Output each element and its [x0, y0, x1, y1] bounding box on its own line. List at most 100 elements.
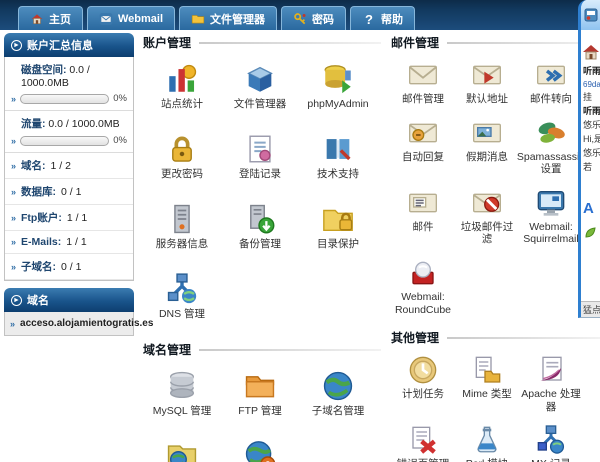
perl-modules-icon: [471, 424, 503, 456]
cron-jobs-icon: [407, 354, 439, 386]
app-label: MySQL 管理: [153, 405, 212, 418]
house-icon: [581, 30, 600, 65]
login-log-icon: [243, 132, 277, 166]
app-backup-manager[interactable]: 备份管理: [221, 193, 299, 263]
server-info-icon: [165, 202, 199, 236]
stat-label: Ftp账户:: [21, 210, 62, 225]
app-webmail-roundcube[interactable]: Webmail: RoundCube: [391, 251, 455, 321]
change-password-icon: [165, 132, 199, 166]
app-dns-manager[interactable]: DNS 管理: [143, 263, 221, 333]
stat-emails: »E-Mails:1 / 1: [5, 231, 133, 254]
app-label: 站点统计: [161, 98, 203, 111]
app-label: 垃圾邮件过滤: [456, 221, 518, 246]
app-server-info[interactable]: 服务器信息: [143, 193, 221, 263]
app-tech-support[interactable]: 技术支持: [299, 123, 377, 193]
app-label: FTP 管理: [238, 405, 282, 418]
chevron-circle-icon: ►: [11, 295, 22, 306]
app-domain-manager[interactable]: 域名管理: [221, 430, 299, 462]
app-mx-records[interactable]: MX 记录: [519, 418, 583, 462]
account-summary-header[interactable]: ► 账户汇总信息: [4, 33, 134, 57]
app-site-stats[interactable]: 站点统计: [143, 53, 221, 123]
app-label: 子域名管理: [312, 405, 365, 418]
tab-home[interactable]: 主页: [18, 6, 83, 30]
help-icon: ?: [362, 12, 376, 26]
stat-value: 0 / 1: [61, 261, 81, 273]
app-label: 文件管理器: [234, 98, 287, 111]
app-label: Mime 类型: [462, 388, 512, 401]
ad-text-fragment: 听雨: [581, 65, 600, 79]
stat-ftp-accounts: »Ftp账户:1 / 1: [5, 205, 133, 231]
meter-text: 磁盘空间: 0.0 / 1000.0MB: [11, 62, 127, 89]
section-header: 其他管理: [391, 329, 600, 346]
subdomain-manager-icon: [321, 369, 355, 403]
ad-text-fragment: 若: [581, 161, 600, 175]
app-change-password[interactable]: 更改密码: [143, 123, 221, 193]
app-perl-modules[interactable]: Perl 模块: [455, 418, 519, 462]
ad-text-fragment: 听雨: [581, 105, 600, 119]
side-ad-panel[interactable]: 听雨69da挂听雨悠乐Hi,是悠乐若A 猛点: [578, 0, 600, 318]
tab-password[interactable]: 密码: [281, 6, 346, 30]
app-default-address[interactable]: 默认地址: [455, 53, 519, 111]
app-spamassassin[interactable]: Spamassassin 设置: [519, 111, 583, 181]
app-directory-protect[interactable]: 目录保护: [299, 193, 377, 263]
main-column-left: 账户管理站点统计文件管理器phpMyAdmin更改密码登陆记录技术支持服务器信息…: [143, 34, 381, 462]
default-address-icon: [471, 59, 503, 91]
mail-icon: [407, 187, 439, 219]
tab-help[interactable]: ?帮助: [350, 6, 415, 30]
vacation-message-icon: [471, 117, 503, 149]
app-mail-manager[interactable]: 邮件管理: [391, 53, 455, 111]
section-divider: [199, 42, 381, 44]
arrow-bullet-icon: »: [11, 136, 16, 146]
app-login-log[interactable]: 登陆记录: [221, 123, 299, 193]
ad-panel-footer[interactable]: 猛点: [581, 301, 600, 317]
password-icon: [293, 12, 307, 26]
app-label: 计划任务: [402, 388, 444, 401]
app-label: 自动回复: [402, 151, 444, 164]
app-mime-types[interactable]: Mime 类型: [455, 348, 519, 418]
app-webmail-squirrelmail[interactable]: Webmail: Squirrelmail: [519, 181, 583, 251]
mysql-manager-icon: [165, 369, 199, 403]
app-ftp-manager[interactable]: FTP 管理: [221, 360, 299, 430]
app-auto-responder[interactable]: 自动回复: [391, 111, 455, 181]
app-label: DNS 管理: [159, 308, 205, 321]
ftp-manager-icon: [243, 369, 277, 403]
app-subdomain-manager[interactable]: 子域名管理: [299, 360, 377, 430]
app-error-pages[interactable]: 错误页管理: [391, 418, 455, 462]
app-label: 目录保护: [317, 238, 359, 251]
account-summary-body: 磁盘空间: 0.0 / 1000.0MB»0%流量: 0.0 / 1000.0M…: [4, 57, 134, 281]
arrow-bullet-icon: »: [11, 237, 16, 247]
app-label: 错误页管理: [397, 458, 450, 462]
app-label: 登陆记录: [239, 168, 281, 181]
stat-value: 1 / 2: [51, 160, 71, 172]
app-mail[interactable]: 邮件: [391, 181, 455, 251]
app-mail-forward[interactable]: 邮件转向: [519, 53, 583, 111]
app-label: MX 记录: [531, 458, 571, 462]
cpanel-page: 主页Webmail文件管理器密码?帮助 ► 账户汇总信息 磁盘空间: 0.0 /…: [0, 0, 600, 462]
arrow-bullet-icon: »: [11, 187, 16, 197]
app-cron-jobs[interactable]: 计划任务: [391, 348, 455, 418]
domain-item[interactable]: »acceso.alojamientogratis.es: [4, 312, 134, 336]
tab-label: 文件管理器: [210, 11, 265, 27]
home-icon: [30, 12, 44, 26]
app-mysql-manager[interactable]: MySQL 管理: [143, 360, 221, 430]
section-title: 域名管理: [143, 341, 191, 358]
app-label: 更改密码: [161, 168, 203, 181]
phpmyadmin-icon: [321, 62, 355, 96]
tab-webmail[interactable]: Webmail: [87, 6, 175, 30]
meter-value: 0.0 / 1000.0MB: [48, 118, 119, 130]
app-file-manager[interactable]: 文件管理器: [221, 53, 299, 123]
ad-text-fragment: 悠乐: [581, 147, 600, 161]
chevron-circle-icon: ►: [11, 40, 22, 51]
app-site-redirect[interactable]: 站点转向: [143, 430, 221, 462]
mail-forward-icon: [535, 59, 567, 91]
app-vacation-message[interactable]: 假期消息: [455, 111, 519, 181]
app-phpmyadmin[interactable]: phpMyAdmin: [299, 53, 377, 123]
app-apache-handlers[interactable]: Apache 处理器: [519, 348, 583, 418]
app-label: 服务器信息: [156, 238, 209, 251]
app-spam-filter[interactable]: 垃圾邮件过滤: [455, 181, 519, 251]
error-pages-icon: [407, 424, 439, 456]
domains-header[interactable]: ► 域名: [4, 288, 134, 312]
ad-text-fragment: A: [581, 175, 600, 220]
meter-bandwidth: 流量: 0.0 / 1000.0MB»0%: [5, 111, 133, 153]
tab-file-manager[interactable]: 文件管理器: [179, 6, 277, 30]
